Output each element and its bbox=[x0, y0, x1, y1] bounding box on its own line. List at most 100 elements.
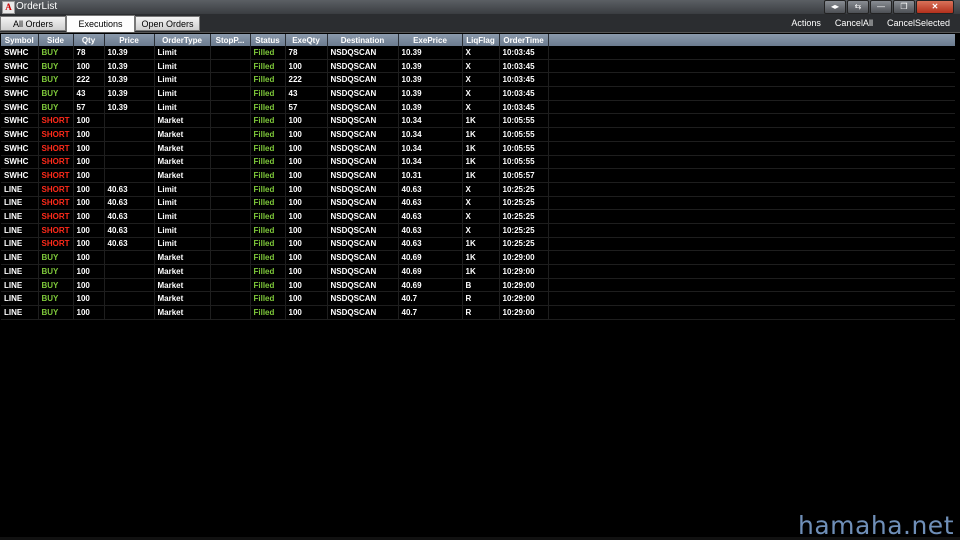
cell-liq-flag: X bbox=[462, 209, 500, 224]
table-row[interactable]: LINE SHORT 100 40.63 Limit Filled 100 NSDQSCAN 4… bbox=[1, 182, 955, 197]
cell-stop-price bbox=[210, 46, 251, 60]
cell-price bbox=[104, 141, 155, 156]
row-filler bbox=[548, 72, 955, 88]
cell-price bbox=[104, 278, 155, 293]
cell-side: BUY bbox=[38, 72, 74, 88]
table-row[interactable]: SWHC BUY 78 10.39 Limit Filled 78 NSDQSCAN 10.39… bbox=[1, 46, 955, 60]
cell-side: SHORT bbox=[38, 223, 74, 238]
table-row[interactable]: SWHC BUY 222 10.39 Limit Filled 222 NSDQSCAN 10.… bbox=[1, 72, 955, 88]
cell-symbol: SWHC bbox=[1, 46, 39, 60]
tab-all-orders[interactable]: All Orders bbox=[0, 16, 66, 31]
cell-symbol: SWHC bbox=[1, 155, 39, 170]
cell-symbol: LINE bbox=[1, 278, 39, 293]
row-filler bbox=[548, 196, 955, 211]
cell-exe-price: 10.34 bbox=[398, 155, 463, 170]
table-row[interactable]: LINE SHORT 100 40.63 Limit Filled 100 NSDQSCAN 4… bbox=[1, 237, 955, 252]
cell-price bbox=[104, 113, 155, 129]
cell-price: 40.63 bbox=[104, 209, 155, 224]
cell-destination: NSDQSCAN bbox=[327, 278, 399, 293]
cell-status: Filled bbox=[250, 264, 286, 279]
table-row[interactable]: LINE SHORT 100 40.63 Limit Filled 100 NSDQSCAN 4… bbox=[1, 196, 955, 211]
cell-symbol: LINE bbox=[1, 291, 39, 307]
table-row[interactable]: SWHC BUY 43 10.39 Limit Filled 43 NSDQSCAN 10.39… bbox=[1, 86, 955, 101]
cell-side: BUY bbox=[38, 305, 74, 320]
table-row[interactable]: SWHC SHORT 100 Market Filled 100 NSDQSCAN 10.34… bbox=[1, 141, 955, 156]
column-header-order-time[interactable]: OrderTime bbox=[499, 34, 549, 46]
table-row[interactable]: SWHC SHORT 100 Market Filled 100 NSDQSCAN 10.34… bbox=[1, 113, 955, 129]
table-row[interactable]: SWHC BUY 100 10.39 Limit Filled 100 NSDQSCAN 10.… bbox=[1, 59, 955, 74]
cell-order-type: Market bbox=[154, 250, 211, 265]
table-row[interactable]: LINE BUY 100 Market Filled 100 NSDQSCAN 40.69 1K… bbox=[1, 250, 955, 265]
cell-price bbox=[104, 305, 155, 320]
cell-order-time: 10:29:00 bbox=[499, 250, 549, 265]
actions-menu[interactable]: Actions bbox=[791, 14, 821, 32]
cell-symbol: LINE bbox=[1, 209, 39, 224]
table-row[interactable]: LINE BUY 100 Market Filled 100 NSDQSCAN 40.7 R 10… bbox=[1, 291, 955, 307]
cell-destination: NSDQSCAN bbox=[327, 155, 399, 170]
close-button[interactable]: ✕ bbox=[916, 0, 954, 14]
cell-side: SHORT bbox=[38, 196, 74, 211]
cancel-all-button[interactable]: CancelAll bbox=[835, 14, 873, 32]
tab-open-orders[interactable]: Open Orders bbox=[135, 16, 200, 31]
cell-stop-price bbox=[210, 182, 251, 197]
cell-order-type: Market bbox=[154, 278, 211, 293]
column-header-order-type[interactable]: OrderType bbox=[154, 34, 211, 46]
cell-side: BUY bbox=[38, 59, 74, 74]
cell-status: Filled bbox=[250, 59, 286, 74]
cell-destination: NSDQSCAN bbox=[327, 86, 399, 101]
column-header-symbol[interactable]: Symbol bbox=[1, 34, 39, 46]
cell-side: SHORT bbox=[38, 209, 74, 224]
dock-icon[interactable]: ◂▸ bbox=[824, 0, 846, 14]
column-header-qty[interactable]: Qty bbox=[73, 34, 105, 46]
cell-destination: NSDQSCAN bbox=[327, 250, 399, 265]
cell-symbol: LINE bbox=[1, 264, 39, 279]
cell-price: 40.63 bbox=[104, 182, 155, 197]
cell-stop-price bbox=[210, 59, 251, 74]
column-header-status[interactable]: Status bbox=[250, 34, 286, 46]
cell-liq-flag: 1K bbox=[462, 113, 500, 129]
table-row[interactable]: SWHC SHORT 100 Market Filled 100 NSDQSCAN 10.34… bbox=[1, 155, 955, 170]
table-row[interactable]: SWHC SHORT 100 Market Filled 100 NSDQSCAN 10.31… bbox=[1, 168, 955, 183]
cell-status: Filled bbox=[250, 237, 286, 252]
table-row[interactable]: LINE SHORT 100 40.63 Limit Filled 100 NSDQSCAN 4… bbox=[1, 209, 955, 224]
cell-qty: 222 bbox=[73, 72, 105, 88]
minimize-button[interactable]: — bbox=[870, 0, 892, 14]
cell-symbol: SWHC bbox=[1, 113, 39, 129]
table-row[interactable]: LINE BUY 100 Market Filled 100 NSDQSCAN 40.69 1K… bbox=[1, 264, 955, 279]
cell-side: SHORT bbox=[38, 155, 74, 170]
cell-order-time: 10:29:00 bbox=[499, 264, 549, 279]
column-header-side[interactable]: Side bbox=[38, 34, 74, 46]
cell-liq-flag: X bbox=[462, 46, 500, 60]
column-header-exe-qty[interactable]: ExeQty bbox=[285, 34, 328, 46]
link-icon[interactable]: ⇆ bbox=[847, 0, 869, 14]
cell-exe-qty: 100 bbox=[285, 127, 328, 142]
cell-side: BUY bbox=[38, 278, 74, 293]
table-body: SWHC BUY 78 10.39 Limit Filled 78 NSDQSCAN 10.39… bbox=[1, 46, 955, 320]
table-row[interactable]: SWHC BUY 57 10.39 Limit Filled 57 NSDQSCAN 10.39… bbox=[1, 100, 955, 115]
column-header-price[interactable]: Price bbox=[104, 34, 155, 46]
maximize-button[interactable]: ❐ bbox=[893, 0, 915, 14]
column-header-liq-flag[interactable]: LiqFlag bbox=[462, 34, 500, 46]
cell-status: Filled bbox=[250, 100, 286, 115]
column-header-exe-price[interactable]: ExePrice bbox=[398, 34, 463, 46]
cancel-selected-button[interactable]: CancelSelected bbox=[887, 14, 950, 32]
cell-liq-flag: 1K bbox=[462, 168, 500, 183]
cell-symbol: LINE bbox=[1, 237, 39, 252]
tab-executions[interactable]: Executions bbox=[66, 15, 135, 32]
column-header-stop-price[interactable]: StopP... bbox=[210, 34, 251, 46]
table-row[interactable]: SWHC SHORT 100 Market Filled 100 NSDQSCAN 10.34… bbox=[1, 127, 955, 142]
column-header-destination[interactable]: Destination bbox=[327, 34, 399, 46]
cell-destination: NSDQSCAN bbox=[327, 141, 399, 156]
cell-exe-qty: 100 bbox=[285, 305, 328, 320]
table-row[interactable]: LINE BUY 100 Market Filled 100 NSDQSCAN 40.7 R 10… bbox=[1, 305, 955, 320]
table-row[interactable]: LINE BUY 100 Market Filled 100 NSDQSCAN 40.69 B 1… bbox=[1, 278, 955, 293]
cell-qty: 100 bbox=[73, 182, 105, 197]
cell-order-time: 10:03:45 bbox=[499, 46, 549, 60]
cell-exe-qty: 100 bbox=[285, 209, 328, 224]
table-row[interactable]: LINE SHORT 100 40.63 Limit Filled 100 NSDQSCAN 4… bbox=[1, 223, 955, 238]
cell-order-type: Limit bbox=[154, 72, 211, 88]
cell-price: 40.63 bbox=[104, 223, 155, 238]
cell-destination: NSDQSCAN bbox=[327, 196, 399, 211]
cell-side: SHORT bbox=[38, 113, 74, 129]
cell-qty: 100 bbox=[73, 59, 105, 74]
